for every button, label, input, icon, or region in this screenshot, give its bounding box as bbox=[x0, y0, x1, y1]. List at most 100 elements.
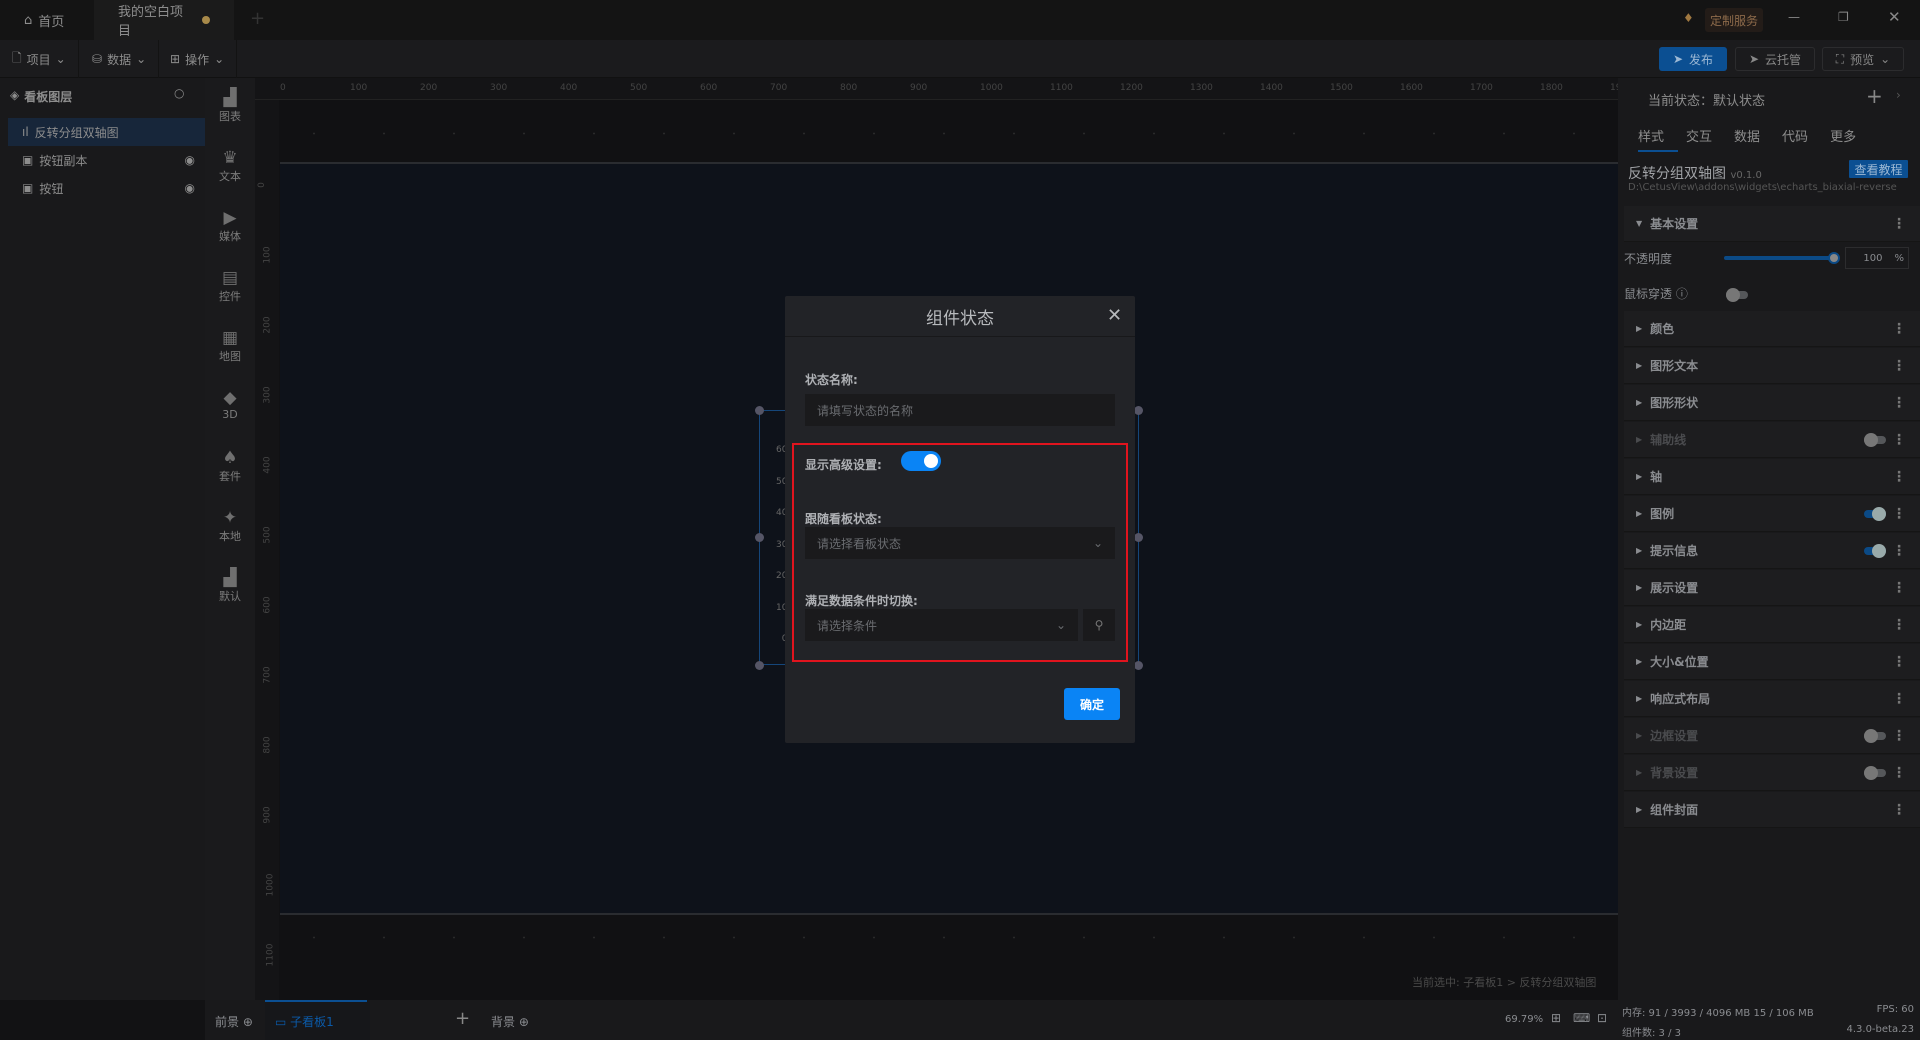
more-icon[interactable]: ⋮ bbox=[1892, 729, 1906, 743]
more-icon[interactable]: ⋮ bbox=[1892, 507, 1906, 521]
section-item[interactable]: ▶ 展示设置 ⋮ bbox=[1624, 570, 1920, 606]
more-icon[interactable]: ⋮ bbox=[1892, 359, 1906, 373]
add-filter-button[interactable]: ⚲ bbox=[1083, 609, 1115, 641]
follow-state-select[interactable]: 请选择看板状态 ⌄ bbox=[805, 527, 1115, 559]
section-toggle[interactable] bbox=[1864, 729, 1886, 743]
tab-3[interactable]: 代码 bbox=[1782, 126, 1808, 145]
ruler-tick-label: 500 bbox=[630, 83, 648, 93]
tab-background[interactable]: 背景 ⊕ bbox=[491, 1013, 529, 1030]
tab-home[interactable]: ⌂ 首页 bbox=[0, 0, 88, 40]
section-item[interactable]: ▶ 图形形状 ⋮ bbox=[1624, 385, 1920, 421]
tool-default[interactable]: ▟ 默认 bbox=[205, 568, 255, 604]
section-item[interactable]: ▶ 响应式布局 ⋮ bbox=[1624, 681, 1920, 717]
section-item[interactable]: ▶ 轴 ⋮ bbox=[1624, 459, 1920, 495]
more-icon[interactable]: ⋮ bbox=[1892, 618, 1906, 632]
close-icon[interactable]: ✕ bbox=[1107, 305, 1122, 326]
layer-item[interactable]: ▣ 按钮副本 ◉ bbox=[8, 146, 205, 174]
section-item[interactable]: ▶ 颜色 ⋮ bbox=[1624, 311, 1920, 347]
menu-data[interactable]: ⛁ 数据 ⌄ bbox=[80, 40, 160, 78]
section-item[interactable]: ▶ 图例 ⋮ bbox=[1624, 496, 1920, 532]
mouse-through-toggle[interactable] bbox=[1726, 288, 1748, 302]
search-icon[interactable]: ○ bbox=[174, 86, 184, 100]
section-toggle[interactable] bbox=[1864, 766, 1886, 780]
new-tab-button[interactable]: + bbox=[250, 8, 265, 29]
resize-handle[interactable] bbox=[755, 406, 764, 415]
fit-screen-icon[interactable]: ⊞ bbox=[1551, 1011, 1561, 1025]
tool-chart[interactable]: ▟ 图表 bbox=[205, 88, 255, 124]
opacity-slider[interactable] bbox=[1724, 252, 1840, 264]
component-toolbar: ▟ 图表 ♛ 文本 ▶ 媒体 ▤ 控件 ▦ 地图 ◆ 3D ♠ 套件 ✦ 本地 ▟ 默认 bbox=[205, 78, 255, 1000]
more-icon[interactable]: ⋮ bbox=[1892, 655, 1906, 669]
section-basic[interactable]: ▼ 基本设置 ⋮ bbox=[1624, 206, 1920, 242]
menu-operate[interactable]: ⊞ 操作 ⌄ bbox=[158, 40, 238, 78]
terminal-icon[interactable]: ⊡ bbox=[1597, 1011, 1607, 1025]
layer-item[interactable]: ıl 反转分组双轴图 bbox=[8, 118, 205, 146]
menu-project[interactable]: 🗋 项目 ⌄ bbox=[0, 40, 79, 78]
more-icon[interactable]: ⋮ bbox=[1892, 396, 1906, 410]
tab-2[interactable]: 数据 bbox=[1734, 126, 1760, 145]
visibility-icon[interactable]: ◉ bbox=[185, 181, 195, 195]
more-icon[interactable]: ⋮ bbox=[1892, 766, 1906, 780]
preview-button[interactable]: ⛶ 预览 ⌄ bbox=[1822, 47, 1904, 71]
tool-text[interactable]: ♛ 文本 bbox=[205, 148, 255, 184]
slider-handle[interactable] bbox=[1828, 252, 1840, 264]
state-name-input[interactable]: 请填写状态的名称 bbox=[805, 394, 1115, 426]
resize-handle[interactable] bbox=[1134, 533, 1143, 542]
chevron-down-icon: ⌄ bbox=[214, 52, 225, 66]
section-item[interactable]: ▶ 组件封面 ⋮ bbox=[1624, 792, 1920, 828]
section-item[interactable]: ▶ 大小&位置 ⋮ bbox=[1624, 644, 1920, 680]
section-item[interactable]: ▶ 边框设置 ⋮ bbox=[1624, 718, 1920, 754]
tab-subboard[interactable]: ▭ 子看板1 bbox=[275, 1013, 334, 1030]
opacity-input[interactable]: 100% bbox=[1845, 247, 1909, 269]
resize-handle[interactable] bbox=[1134, 406, 1143, 415]
property-tabs: 样式 交互 数据 代码 更多 bbox=[1638, 126, 1856, 145]
resize-handle[interactable] bbox=[1134, 661, 1143, 670]
section-toggle[interactable] bbox=[1864, 544, 1886, 558]
restore-button[interactable]: ❐ bbox=[1838, 10, 1849, 24]
section-item[interactable]: ▶ 背景设置 ⋮ bbox=[1624, 755, 1920, 791]
more-icon[interactable]: ⋮ bbox=[1892, 581, 1906, 595]
tab-1[interactable]: 交互 bbox=[1686, 126, 1712, 145]
section-item[interactable]: ▶ 内边距 ⋮ bbox=[1624, 607, 1920, 643]
tab-0[interactable]: 样式 bbox=[1638, 126, 1664, 145]
chevron-down-icon: ⌄ bbox=[1880, 52, 1891, 66]
tool-3d[interactable]: ◆ 3D bbox=[205, 388, 255, 421]
section-item[interactable]: ▶ 提示信息 ⋮ bbox=[1624, 533, 1920, 569]
publish-button[interactable]: ➤ 发布 bbox=[1659, 47, 1727, 71]
confirm-button[interactable]: 确定 bbox=[1064, 688, 1120, 720]
tab-4[interactable]: 更多 bbox=[1830, 126, 1856, 145]
condition-select[interactable]: 请选择条件 ⌄ bbox=[805, 609, 1078, 641]
chevron-right-icon[interactable]: › bbox=[1896, 88, 1901, 102]
layer-item[interactable]: ▣ 按钮 ◉ bbox=[8, 174, 205, 202]
resize-handle[interactable] bbox=[755, 661, 764, 670]
tutorial-button[interactable]: 查看教程 bbox=[1849, 160, 1908, 178]
more-icon[interactable]: ⋮ bbox=[1892, 433, 1906, 447]
section-toggle[interactable] bbox=[1864, 507, 1886, 521]
puzzle-icon: ✦ bbox=[222, 508, 238, 528]
custom-service-button[interactable]: 定制服务 bbox=[1705, 8, 1763, 32]
tool-control[interactable]: ▤ 控件 bbox=[205, 268, 255, 304]
tool-kit[interactable]: ♠ 套件 bbox=[205, 448, 255, 484]
section-item[interactable]: ▶ 辅助线 ⋮ bbox=[1624, 422, 1920, 458]
advanced-toggle[interactable] bbox=[901, 451, 941, 471]
more-icon[interactable]: ⋮ bbox=[1892, 470, 1906, 484]
keyboard-icon[interactable]: ⌨ bbox=[1573, 1011, 1590, 1025]
add-board-button[interactable]: + bbox=[455, 1008, 470, 1029]
tab-foreground[interactable]: 前景 ⊕ bbox=[215, 1013, 253, 1030]
visibility-icon[interactable]: ◉ bbox=[185, 153, 195, 167]
more-icon[interactable]: ⋮ bbox=[1892, 544, 1906, 558]
tab-project[interactable]: 我的空白项目 bbox=[94, 0, 234, 40]
resize-handle[interactable] bbox=[755, 533, 764, 542]
section-item[interactable]: ▶ 图形文本 ⋮ bbox=[1624, 348, 1920, 384]
add-state-button[interactable]: + bbox=[1866, 84, 1883, 108]
more-icon[interactable]: ⋮ bbox=[1892, 803, 1906, 817]
more-icon[interactable]: ⋮ bbox=[1892, 692, 1906, 706]
tool-media[interactable]: ▶ 媒体 bbox=[205, 208, 255, 244]
tool-map[interactable]: ▦ 地图 bbox=[205, 328, 255, 364]
minimize-button[interactable]: — bbox=[1788, 10, 1800, 24]
more-icon[interactable]: ⋮ bbox=[1892, 322, 1906, 336]
tool-local[interactable]: ✦ 本地 bbox=[205, 508, 255, 544]
cloud-button[interactable]: ➤ 云托管 bbox=[1735, 47, 1815, 71]
close-window-button[interactable]: ✕ bbox=[1888, 8, 1901, 26]
section-toggle[interactable] bbox=[1864, 433, 1886, 447]
